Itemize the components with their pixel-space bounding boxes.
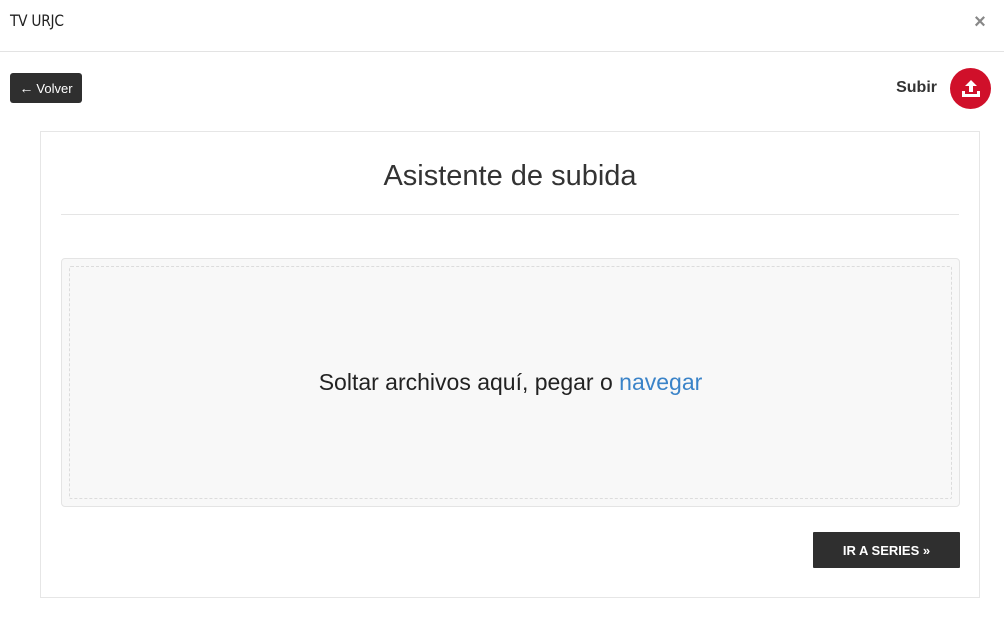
browse-link[interactable]: navegar xyxy=(619,369,702,395)
arrow-left-icon: ← xyxy=(19,80,34,96)
dropzone-instruction: Soltar archivos aquí, pegar o xyxy=(318,369,620,395)
close-icon[interactable]: × xyxy=(972,12,988,32)
file-dropzone[interactable]: Soltar archivos aquí, pegar o navegar xyxy=(61,258,960,507)
page-title: Asistente de subida xyxy=(383,160,637,192)
divider xyxy=(61,214,959,215)
upload-button[interactable] xyxy=(950,68,991,109)
back-button-label: Volver xyxy=(36,80,73,96)
app-title: TV URJC xyxy=(10,11,64,30)
dropzone-text: Soltar archivos aquí, pegar o navegar xyxy=(319,369,703,396)
back-button[interactable]: ← Volver xyxy=(10,73,82,103)
dropzone-area: Soltar archivos aquí, pegar o navegar xyxy=(69,266,952,499)
upload-label: Subir xyxy=(896,79,937,96)
go-to-series-button[interactable]: IR A SERIES » xyxy=(813,532,960,568)
modal-header: TV URJC × xyxy=(0,0,1004,52)
upload-wizard-panel: Asistente de subida Soltar archivos aquí… xyxy=(40,131,980,598)
upload-icon xyxy=(961,79,980,97)
